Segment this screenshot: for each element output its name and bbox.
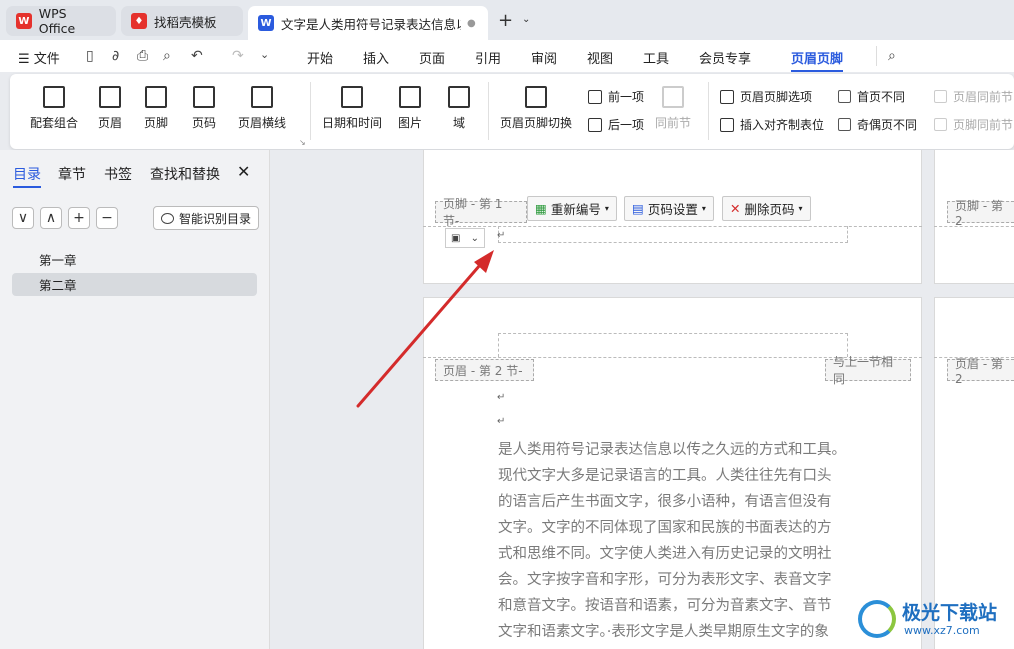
watermark-title: 极光下载站 xyxy=(902,602,998,624)
watermark-url: www.xz7.com xyxy=(904,624,980,637)
watermark-logo-icon xyxy=(858,600,896,638)
annotation-arrow-icon xyxy=(356,250,494,408)
watermark: 极光下载站 www.xz7.com xyxy=(858,596,1008,646)
